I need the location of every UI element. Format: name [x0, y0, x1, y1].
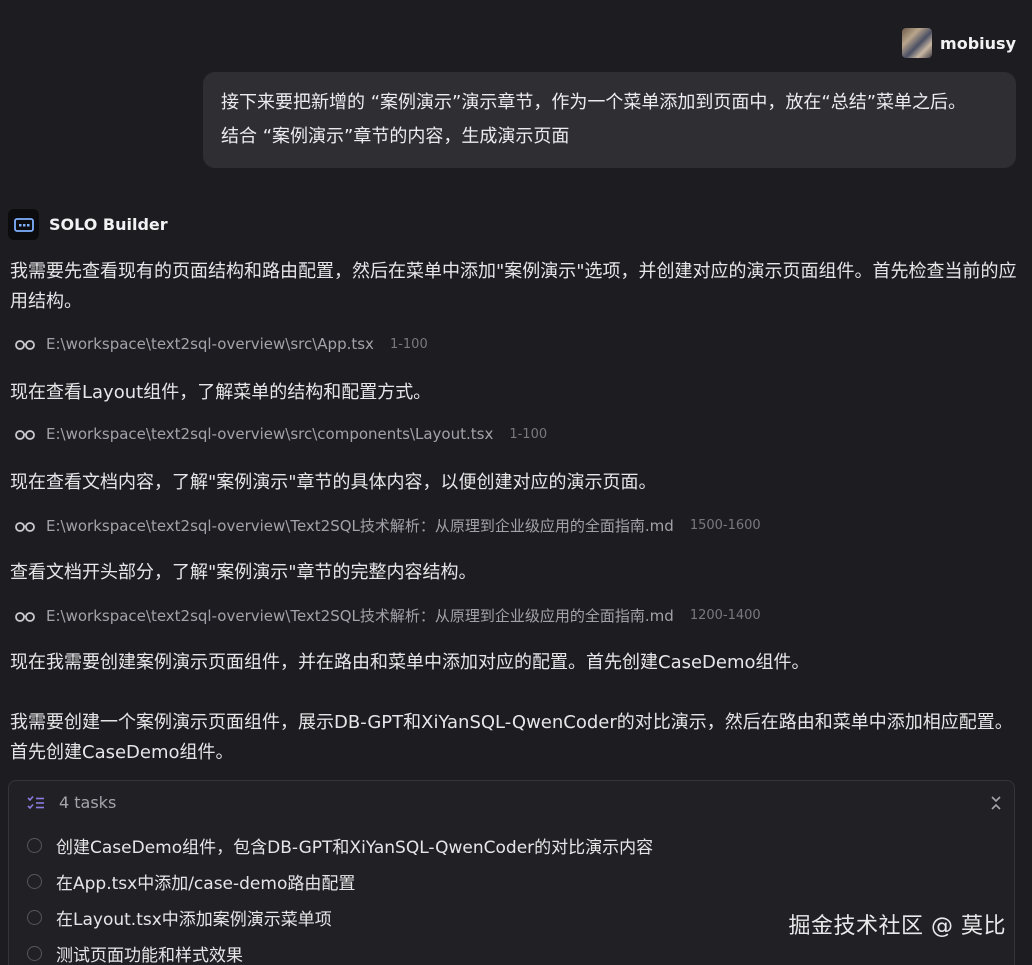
user-message-line: 结合 “案例演示”章节的内容，生成演示页面 [221, 126, 570, 147]
bot-message: 现在查看Layout组件，了解菜单的结构和配置方式。 [10, 382, 432, 403]
tasks-count: 4 tasks [59, 793, 117, 812]
user-message-line: 接下来要把新增的 “案例演示”演示章节，作为一个菜单添加到页面中，放在“总结”菜… [221, 92, 967, 113]
task-item[interactable]: 在App.tsx中添加/case-demo路由配置 [27, 869, 355, 894]
glasses-icon [15, 611, 35, 622]
bot-message: 现在查看文档内容，了解"案例演示"章节的具体内容，以便创建对应的演示页面。 [10, 472, 657, 493]
task-item[interactable]: 测试页面功能和样式效果 [27, 941, 243, 965]
file-reference[interactable]: E:\workspace\text2sql-overview\src\compo… [14, 425, 547, 443]
task-status-circle-icon[interactable] [27, 838, 42, 853]
task-status-circle-icon[interactable] [27, 874, 42, 889]
solo-builder-icon [8, 209, 39, 240]
file-path: E:\workspace\text2sql-overview\Text2SQL技… [46, 607, 674, 625]
user-message-bubble: 接下来要把新增的 “案例演示”演示章节，作为一个菜单添加到页面中，放在“总结”菜… [203, 72, 1016, 168]
glasses-icon [15, 521, 35, 532]
file-reference[interactable]: E:\workspace\text2sql-overview\Text2SQL技… [14, 515, 761, 536]
line-range: 1-100 [389, 336, 428, 352]
task-label: 在Layout.tsx中添加案例演示菜单项 [56, 910, 332, 930]
bot-header: SOLO Builder [8, 209, 168, 240]
tasks-header[interactable]: 4 tasks [27, 793, 1004, 812]
task-item[interactable]: 创建CaseDemo组件，包含DB-GPT和XiYanSQL-QwenCoder… [27, 833, 653, 858]
collapse-icon[interactable] [988, 795, 1004, 811]
chat-page: mobiusy 接下来要把新增的 “案例演示”演示章节，作为一个菜单添加到页面中… [0, 0, 1032, 965]
file-reference[interactable]: E:\workspace\text2sql-overview\Text2SQL技… [14, 605, 761, 626]
bot-message: 我需要创建一个案例演示页面组件，展示DB-GPT和XiYanSQL-QwenCo… [10, 712, 1013, 763]
glasses-icon [15, 430, 35, 440]
bot-message: 我需要先查看现有的页面结构和路由配置，然后在菜单中添加"案例演示"选项，并创建对… [10, 261, 1017, 312]
task-label: 测试页面功能和样式效果 [56, 946, 243, 965]
file-reference[interactable]: E:\workspace\text2sql-overview\src\App.t… [14, 335, 428, 353]
line-range: 1500-1600 [689, 518, 761, 533]
glasses-icon [15, 340, 35, 350]
task-status-circle-icon[interactable] [27, 910, 42, 925]
task-label: 创建CaseDemo组件，包含DB-GPT和XiYanSQL-QwenCoder… [56, 838, 654, 858]
line-range: 1-100 [509, 426, 548, 442]
bot-message: 查看文档开头部分，了解"案例演示"章节的完整内容结构。 [10, 562, 477, 583]
line-range: 1200-1400 [689, 608, 761, 623]
task-item[interactable]: 在Layout.tsx中添加案例演示菜单项 [27, 905, 332, 930]
file-path: E:\workspace\text2sql-overview\src\compo… [46, 425, 494, 443]
user-header: mobiusy [902, 28, 1016, 58]
task-label: 在App.tsx中添加/case-demo路由配置 [56, 874, 356, 894]
file-path: E:\workspace\text2sql-overview\Text2SQL技… [46, 517, 674, 535]
task-list-icon [27, 795, 44, 809]
user-avatar [902, 28, 933, 58]
task-status-circle-icon[interactable] [27, 946, 42, 961]
bot-message: 现在我需要创建案例演示页面组件，并在路由和菜单中添加对应的配置。首先创建Case… [10, 652, 810, 673]
watermark: 掘金技术社区 @ 莫比 [788, 914, 1006, 939]
file-path: E:\workspace\text2sql-overview\src\App.t… [46, 335, 374, 353]
user-name: mobiusy [940, 33, 1016, 53]
bot-name: SOLO Builder [49, 215, 168, 234]
